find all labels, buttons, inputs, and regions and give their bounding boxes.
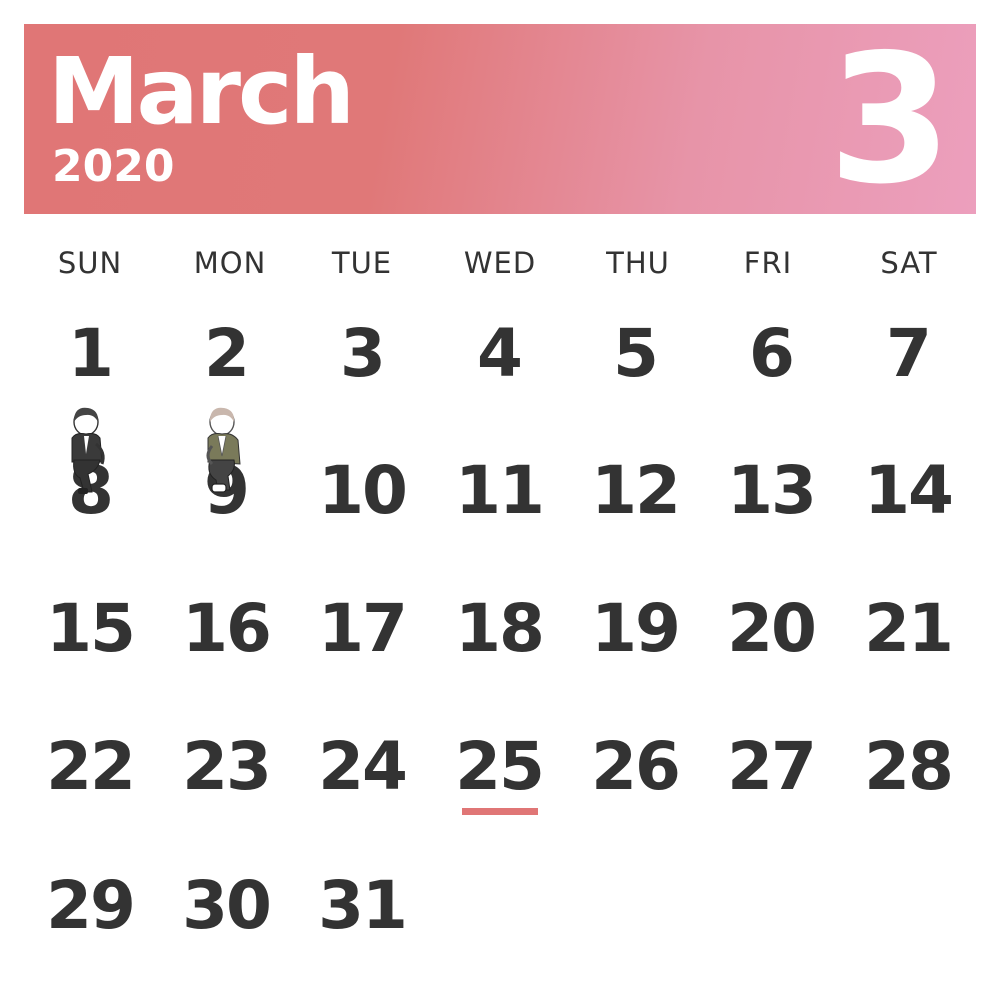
weekday-sun: SUN: [57, 246, 123, 280]
day-cell[interactable]: 7: [838, 314, 978, 394]
day-cell[interactable]: 1: [20, 314, 160, 394]
day-cell[interactable]: 4: [429, 314, 569, 394]
day-cell[interactable]: 28: [838, 727, 978, 807]
month-header-banner: March 2020 3: [24, 24, 976, 214]
year-label: 2020: [52, 141, 175, 192]
day-cell-today[interactable]: 25: [429, 727, 569, 807]
day-cell[interactable]: 29: [20, 866, 160, 946]
sitting-boy-dark-hair-illustration: [71, 407, 105, 494]
day-cell[interactable]: 27: [701, 727, 841, 807]
day-cell[interactable]: 22: [20, 727, 160, 807]
day-cell[interactable]: 30: [156, 866, 296, 946]
day-cell[interactable]: 15: [20, 589, 160, 669]
day-cell[interactable]: 16: [156, 589, 296, 669]
sitting-boy-light-hair-illustration: [206, 407, 241, 493]
day-cell[interactable]: 5: [565, 314, 705, 394]
day-cell[interactable]: 18: [429, 589, 569, 669]
day-cell[interactable]: 21: [838, 589, 978, 669]
day-cell[interactable]: 26: [565, 727, 705, 807]
day-cell[interactable]: 24: [292, 727, 432, 807]
day-cell[interactable]: 10: [292, 451, 432, 531]
day-cell[interactable]: 13: [701, 451, 841, 531]
month-number: 3: [828, 16, 952, 223]
weekday-thu: THU: [606, 246, 670, 280]
day-cell[interactable]: 12: [565, 451, 705, 531]
month-name: March: [48, 38, 355, 145]
day-cell[interactable]: 6: [701, 314, 841, 394]
weekday-mon: MON: [193, 246, 267, 280]
day-cell[interactable]: 3: [292, 314, 432, 394]
weekday-sat: SAT: [880, 246, 938, 280]
weekday-tue: TUE: [331, 246, 393, 280]
weekday-fri: FRI: [743, 246, 793, 280]
day-cell[interactable]: 23: [156, 727, 296, 807]
day-cell[interactable]: 2: [156, 314, 296, 394]
day-cell[interactable]: 11: [429, 451, 569, 531]
day-cell[interactable]: 17: [292, 589, 432, 669]
today-underline: [462, 808, 538, 815]
weekday-wed: WED: [463, 246, 537, 280]
day-cell[interactable]: 19: [565, 589, 705, 669]
day-cell[interactable]: 31: [292, 866, 432, 946]
day-cell[interactable]: 20: [701, 589, 841, 669]
day-cell[interactable]: 14: [838, 451, 978, 531]
